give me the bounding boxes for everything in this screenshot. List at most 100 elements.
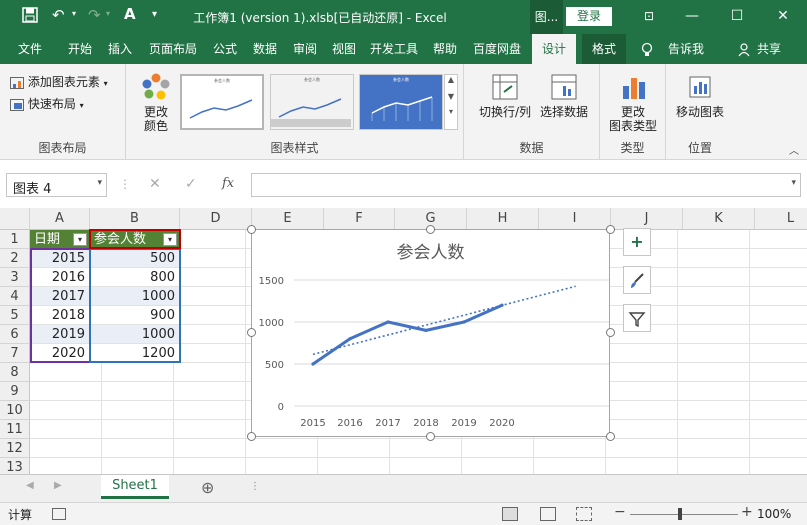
change-chart-type-button[interactable]: 更改 图表类型 (604, 72, 662, 133)
expand-formula-bar-icon[interactable]: ▾ (791, 178, 796, 188)
resize-handle[interactable] (247, 328, 256, 337)
x-tick-label[interactable]: 2019 (451, 418, 476, 429)
row-header[interactable]: 9 (0, 382, 30, 401)
switch-row-column-button[interactable]: 切换行/列 (476, 72, 534, 119)
row-header[interactable]: 7 (0, 344, 30, 363)
resize-handle[interactable] (247, 225, 256, 234)
worksheet-grid[interactable]: A B D E F G H I J K L 1 2 3 4 5 6 7 8 9 … (0, 208, 807, 474)
tab-format[interactable]: 格式 (582, 34, 627, 64)
series-line-segment[interactable] (348, 320, 390, 341)
chart-style-2[interactable]: 参会人数 (270, 74, 355, 130)
column-header-j[interactable]: J (611, 208, 683, 230)
move-chart-button[interactable]: 移动图表 (672, 72, 728, 119)
lightbulb-icon[interactable] (640, 34, 654, 64)
chart-style-3[interactable]: 参会人数 (359, 74, 443, 130)
chart-object[interactable]: 参会人数 0 500 1000 1500 2015 2016 2017 2018 2019 2020 (251, 229, 610, 437)
column-header-h[interactable]: H (467, 208, 539, 230)
row-header[interactable]: 8 (0, 363, 30, 382)
resize-handle[interactable] (426, 225, 435, 234)
x-tick-label[interactable]: 2017 (375, 418, 400, 429)
share-button[interactable]: 共享 (757, 34, 781, 64)
data-point[interactable] (311, 362, 315, 366)
filter-dropdown-icon[interactable]: ▾ (73, 233, 87, 246)
gallery-up-icon[interactable]: ▲ (445, 75, 457, 84)
row-header[interactable]: 6 (0, 325, 30, 344)
data-point[interactable] (348, 337, 352, 341)
chart-elements-button[interactable]: + (623, 228, 651, 256)
tab-insert[interactable]: 插入 (108, 34, 132, 64)
name-box[interactable]: 图表 4 ▾ (6, 173, 107, 197)
series-line-segment[interactable] (311, 337, 352, 366)
y-tick-label[interactable]: 1000 (259, 318, 284, 329)
select-data-button[interactable]: 选择数据 (536, 72, 592, 119)
tell-me-box[interactable]: 告诉我 (668, 34, 704, 64)
resize-handle[interactable] (426, 432, 435, 441)
tab-home[interactable]: 开始 (68, 34, 92, 64)
y-tick-label[interactable]: 1500 (259, 276, 284, 287)
chart-styles-button[interactable] (623, 266, 651, 294)
tab-developer[interactable]: 开发工具 (370, 34, 418, 64)
zoom-slider-track[interactable] (630, 514, 738, 515)
collapse-ribbon-icon[interactable]: ︿ (789, 142, 799, 157)
chart-filters-button[interactable] (623, 304, 651, 332)
row-header[interactable]: 3 (0, 268, 30, 287)
scroll-sheets-left-icon[interactable]: ◀ (26, 480, 34, 491)
row-header[interactable]: 4 (0, 287, 30, 306)
resize-handle[interactable] (606, 432, 615, 441)
gallery-scroll[interactable]: ▲ ▼ ▾ (444, 74, 458, 130)
resize-handle[interactable] (247, 432, 256, 441)
data-point[interactable] (462, 320, 466, 324)
close-button[interactable]: ✕ (760, 0, 806, 34)
x-tick-label[interactable]: 2020 (489, 418, 514, 429)
column-header-i[interactable]: I (539, 208, 611, 230)
tab-page-layout[interactable]: 页面布局 (149, 34, 197, 64)
select-all-corner[interactable] (0, 208, 30, 230)
macro-record-icon[interactable] (52, 508, 66, 520)
y-tick-label[interactable]: 500 (265, 360, 284, 371)
scroll-sheets-right-icon[interactable]: ▶ (54, 480, 62, 491)
x-tick-label[interactable]: 2018 (413, 418, 438, 429)
zoom-out-button[interactable]: − (614, 504, 626, 520)
insert-function-icon[interactable]: fx (222, 176, 234, 191)
row-header[interactable]: 10 (0, 401, 30, 420)
column-header-k[interactable]: K (683, 208, 755, 230)
column-header-b[interactable]: B (90, 208, 180, 230)
normal-view-icon[interactable] (502, 507, 518, 521)
column-header-a[interactable]: A (30, 208, 90, 230)
row-header[interactable]: 11 (0, 420, 30, 439)
quick-layout-button[interactable]: 快速布局 ▾ (10, 95, 84, 112)
tab-design[interactable]: 设计 (532, 34, 577, 64)
name-box-dropdown-icon[interactable]: ▾ (97, 178, 102, 188)
chart-title[interactable]: 参会人数 (397, 243, 465, 263)
data-point[interactable] (424, 328, 428, 332)
change-colors-button[interactable]: 更改 颜色 (134, 72, 178, 133)
zoom-in-button[interactable]: + (741, 504, 753, 520)
table-header-cell[interactable]: 日期 ▾ (30, 230, 90, 249)
x-tick-label[interactable]: 2015 (300, 418, 325, 429)
new-sheet-icon[interactable]: ⊕ (201, 478, 214, 497)
tab-formulas[interactable]: 公式 (213, 34, 237, 64)
column-header-e[interactable]: E (252, 208, 324, 230)
gallery-down-icon[interactable]: ▼ (445, 92, 457, 101)
row-header[interactable]: 12 (0, 439, 30, 458)
formula-input[interactable]: ▾ (251, 173, 801, 197)
zoom-level[interactable]: 100% (757, 507, 791, 521)
chart-tools-context-tab[interactable]: 图... (530, 0, 563, 34)
sheet-scroll-grip-icon[interactable]: ⋮ (250, 481, 260, 492)
data-point[interactable] (500, 303, 504, 307)
row-header[interactable]: 2 (0, 249, 30, 268)
row-header[interactable]: 1 (0, 230, 30, 249)
row-header[interactable]: 5 (0, 306, 30, 325)
x-tick-label[interactable]: 2016 (337, 418, 362, 429)
resize-handle[interactable] (606, 328, 615, 337)
trendline[interactable] (312, 285, 576, 356)
add-chart-element-button[interactable]: 添加图表元素 ▾ (10, 73, 108, 90)
page-break-view-icon[interactable] (576, 507, 592, 521)
restore-button[interactable]: ☐ (714, 0, 760, 34)
gallery-more-icon[interactable]: ▾ (445, 107, 457, 116)
resize-handle[interactable] (606, 225, 615, 234)
share-user-icon[interactable] (738, 34, 752, 64)
data-point[interactable] (386, 320, 390, 324)
sheet-tab-sheet1[interactable]: Sheet1 (101, 475, 169, 499)
column-header-f[interactable]: F (324, 208, 395, 230)
